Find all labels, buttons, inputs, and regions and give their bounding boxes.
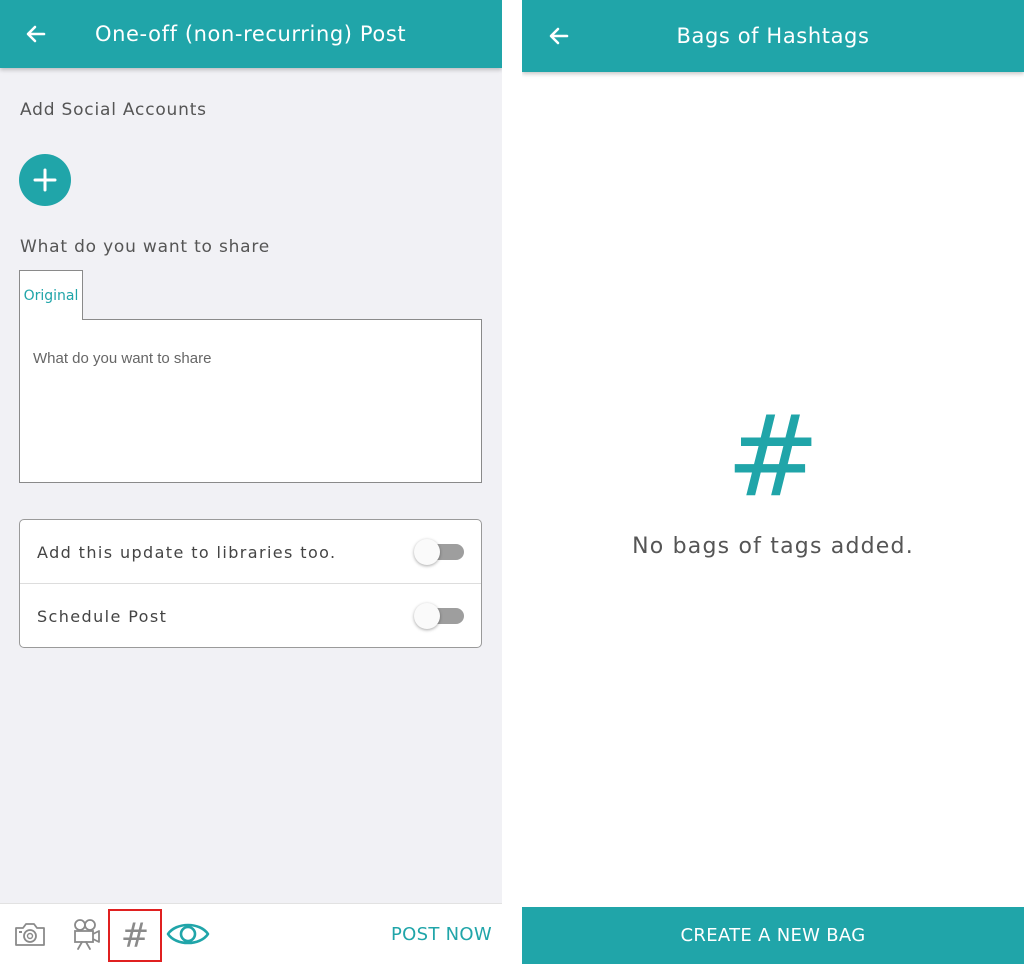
option-add-to-libraries: Add this update to libraries too. — [20, 520, 481, 584]
bottom-toolbar: # POST NOW — [0, 903, 502, 964]
options-card: Add this update to libraries too. Schedu… — [19, 519, 482, 648]
share-text-input[interactable] — [19, 319, 482, 483]
schedule-post-toggle[interactable] — [414, 603, 464, 629]
app-bar: Bags of Hashtags — [522, 0, 1024, 72]
add-social-accounts-label: Add Social Accounts — [20, 100, 207, 120]
add-social-account-button[interactable] — [19, 154, 71, 206]
hashtag-icon: # — [726, 392, 820, 522]
add-video-button[interactable] — [66, 904, 106, 964]
option-schedule-post: Schedule Post — [20, 584, 481, 648]
add-photo-button[interactable] — [10, 904, 50, 964]
one-off-post-screen: One-off (non-recurring) Post Add Social … — [0, 0, 502, 964]
back-button[interactable] — [12, 0, 60, 68]
app-bar: One-off (non-recurring) Post — [0, 0, 502, 68]
empty-state-message: No bags of tags added. — [632, 534, 914, 559]
share-section-label: What do you want to share — [20, 237, 271, 257]
option-label: Schedule Post — [37, 606, 168, 626]
hashtag-icon: # — [120, 915, 150, 956]
eye-icon — [166, 923, 210, 945]
arrow-left-icon — [26, 25, 46, 43]
create-new-bag-button[interactable]: CREATE A NEW BAG — [522, 907, 1024, 964]
tab-original-label: Original — [23, 287, 79, 304]
camera-icon — [15, 923, 45, 946]
post-now-button[interactable]: POST NOW — [391, 904, 492, 964]
hashtag-button[interactable]: # — [108, 909, 162, 962]
add-to-libraries-toggle[interactable] — [414, 539, 464, 565]
preview-button[interactable] — [166, 904, 210, 964]
page-title: One-off (non-recurring) Post — [95, 22, 407, 46]
page-title: Bags of Hashtags — [676, 24, 870, 48]
toggle-thumb — [414, 603, 440, 629]
plus-icon — [33, 168, 57, 192]
toggle-thumb — [414, 539, 440, 565]
bags-of-hashtags-screen: Bags of Hashtags # No bags of tags added… — [522, 0, 1024, 964]
video-camera-icon — [74, 919, 100, 950]
tab-original[interactable]: Original — [19, 270, 83, 320]
option-label: Add this update to libraries too. — [37, 542, 337, 562]
